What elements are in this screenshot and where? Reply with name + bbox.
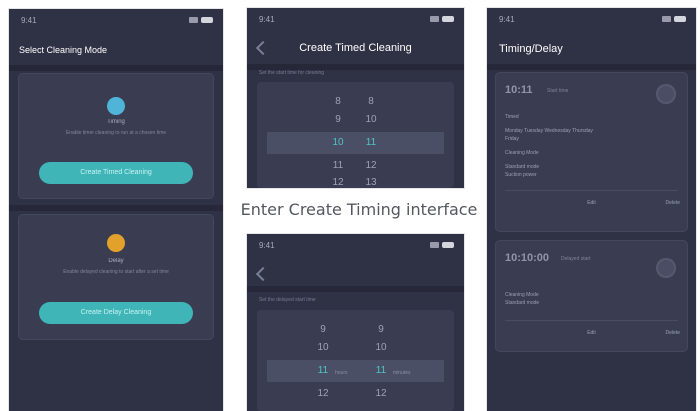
task-detail: Friday [505, 136, 519, 142]
phone-select-mode: 9:41 Select Cleaning Mode Timing Enable … [9, 9, 223, 411]
status-time: 9:41 [259, 241, 275, 250]
delay-picker[interactable]: 9 10 11 12 hours 9 10 11 12 minutes [257, 310, 454, 411]
signal-icon [430, 16, 439, 22]
battery-icon [442, 16, 454, 22]
edit-task-button[interactable]: Edit [535, 330, 648, 336]
title-bar: Timing/Delay [487, 35, 696, 63]
status-bar: 9:41 [487, 8, 696, 30]
back-arrow-icon[interactable] [255, 266, 271, 282]
page-title: Timing/Delay [499, 43, 563, 55]
timing-mode-desc: Enable timer cleaning to run at a chosen… [65, 130, 167, 136]
hour-option[interactable]: 10 [312, 342, 334, 353]
hour-selected[interactable]: 10 [327, 137, 349, 148]
task-detail: Cleaning Mode [505, 292, 539, 298]
picker-hint: Set the start time for cleaning [259, 70, 325, 76]
page-title: Select Cleaning Mode [19, 45, 108, 55]
task-toggle[interactable] [656, 84, 676, 104]
delete-task-button[interactable]: Delete [666, 200, 680, 206]
caption-text: Enter Create Timing interface [240, 200, 478, 219]
hour-unit-label: hours [335, 370, 348, 376]
hour-option[interactable]: 9 [312, 324, 334, 335]
hour-option[interactable]: 9 [327, 114, 349, 125]
status-bar: 9:41 [247, 234, 464, 256]
minute-option[interactable]: 12 [370, 388, 392, 399]
delay-mode-desc: Enable delayed cleaning to start after a… [63, 269, 169, 275]
hour-option[interactable]: 8 [327, 96, 349, 107]
time-picker[interactable]: 8 9 10 11 12 8 10 11 12 13 [257, 82, 454, 188]
timed-task-card[interactable]: 10:11 Start time Timed Monday Tuesday We… [495, 72, 688, 232]
status-time: 9:41 [21, 16, 37, 25]
status-time: 9:41 [259, 15, 275, 24]
signal-icon [189, 17, 198, 23]
picker-selection [267, 132, 444, 154]
task-subtitle: Delayed start [561, 256, 591, 262]
title-bar [247, 260, 464, 288]
phone-create-delay: 9:41 Set the delayed start time 9 10 11 … [247, 234, 464, 411]
edit-task-button[interactable]: Edit [535, 200, 648, 206]
minute-unit-label: minutes [393, 370, 411, 376]
task-time: 10:10:00 [505, 252, 550, 264]
signal-icon [430, 242, 439, 248]
task-time: 10:11 [505, 84, 533, 96]
timing-mode-name: Timing [107, 119, 125, 125]
task-detail: Standard mode [505, 164, 540, 170]
task-detail: Timed [505, 114, 519, 120]
minute-option[interactable]: 10 [370, 342, 392, 353]
title-bar: Select Cleaning Mode [9, 37, 223, 65]
create-delay-cleaning-button[interactable]: Create Delay Cleaning [39, 302, 193, 324]
minute-option[interactable]: 10 [360, 114, 382, 125]
minute-option[interactable]: 12 [360, 160, 382, 171]
task-detail: Monday Tuesday Wednesday Thursday [505, 128, 593, 134]
picker-hint: Set the delayed start time [259, 297, 316, 303]
task-detail: Standard mode [505, 300, 540, 306]
task-detail: Cleaning Mode [505, 150, 539, 156]
timing-mode-card[interactable]: Timing Enable timer cleaning to run at a… [18, 73, 214, 199]
minute-selected[interactable]: 11 [360, 137, 382, 148]
hour-option[interactable]: 12 [312, 388, 334, 399]
phone-timing-delay: 9:41 Timing/Delay 10:11 Start time Timed… [487, 8, 696, 411]
delay-mode-card[interactable]: Delay Enable delayed cleaning to start a… [18, 214, 214, 340]
picker-selection [267, 360, 444, 382]
delay-task-card[interactable]: 10:10:00 Delayed start Cleaning Mode Sta… [495, 240, 688, 352]
status-bar: 9:41 [247, 8, 464, 30]
phone-create-timed: 9:41 Create Timed Cleaning Set the start… [247, 8, 464, 188]
task-subtitle: Start time [547, 88, 569, 94]
clock-icon [107, 97, 125, 115]
hour-selected[interactable]: 11 [312, 365, 334, 376]
battery-icon [201, 17, 213, 23]
minute-option[interactable]: 13 [360, 177, 382, 188]
battery-icon [674, 16, 686, 22]
create-timed-cleaning-button[interactable]: Create Timed Cleaning [39, 162, 193, 184]
status-time: 9:41 [499, 15, 515, 24]
task-toggle[interactable] [656, 258, 676, 278]
status-bar: 9:41 [9, 9, 223, 31]
delay-mode-name: Delay [108, 258, 124, 264]
delete-task-button[interactable]: Delete [666, 330, 680, 336]
battery-icon [442, 242, 454, 248]
task-detail: Suction power [505, 172, 537, 178]
hour-option[interactable]: 11 [327, 160, 349, 171]
hour-option[interactable]: 12 [327, 177, 349, 188]
page-title: Create Timed Cleaning [299, 42, 412, 54]
signal-icon [662, 16, 671, 22]
minute-selected[interactable]: 11 [370, 365, 392, 376]
title-bar: Create Timed Cleaning [247, 34, 464, 62]
hourglass-icon [107, 234, 125, 252]
minute-option[interactable]: 9 [370, 324, 392, 335]
minute-option[interactable]: 8 [360, 96, 382, 107]
